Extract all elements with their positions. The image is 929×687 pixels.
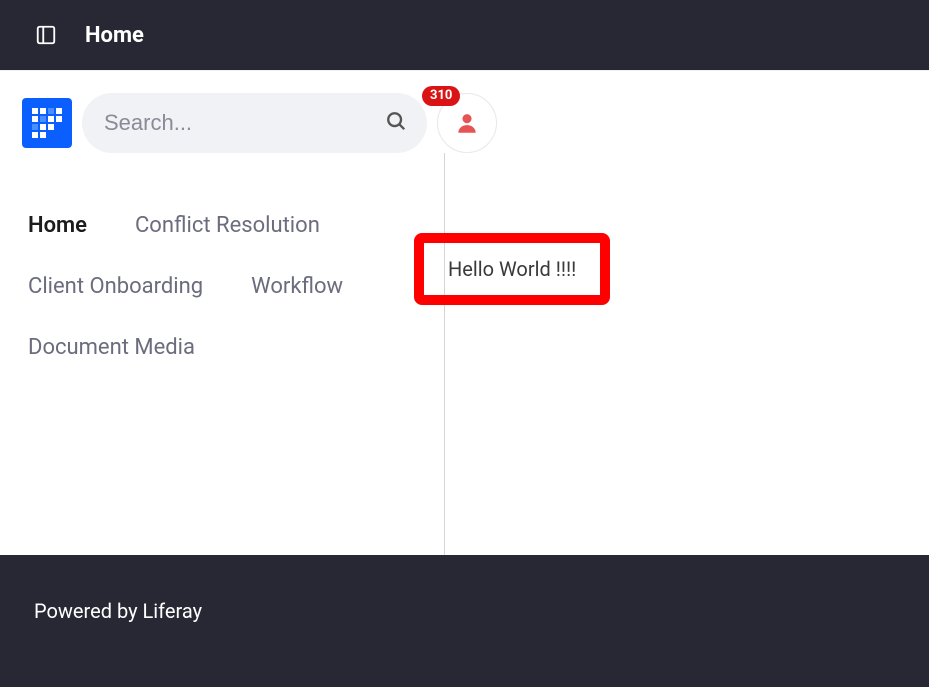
search-input[interactable] bbox=[82, 93, 427, 153]
content-area: Home Conflict Resolution Client Onboardi… bbox=[0, 153, 929, 548]
column-divider bbox=[444, 153, 445, 618]
page-title: Home bbox=[85, 23, 144, 48]
nav-links: Home Conflict Resolution Client Onboardi… bbox=[28, 213, 445, 360]
portlet-message: Hello World !!!! bbox=[448, 257, 576, 281]
footer: Powered by Liferay bbox=[0, 555, 929, 687]
search-icon[interactable] bbox=[385, 110, 407, 136]
user-icon bbox=[454, 110, 480, 136]
nav: Home Conflict Resolution Client Onboardi… bbox=[0, 153, 445, 548]
nav-link-home[interactable]: Home bbox=[28, 213, 87, 238]
search-wrap bbox=[82, 93, 427, 153]
nav-link-client-onboarding[interactable]: Client Onboarding bbox=[28, 274, 203, 299]
nav-link-conflict-resolution[interactable]: Conflict Resolution bbox=[135, 213, 320, 238]
user-menu[interactable]: 310 bbox=[437, 93, 497, 153]
site-logo[interactable] bbox=[22, 98, 72, 148]
toolbar: 310 bbox=[0, 71, 929, 153]
topbar: Home bbox=[0, 0, 929, 70]
nav-link-document-media[interactable]: Document Media bbox=[28, 335, 195, 360]
sidebar-toggle-icon[interactable] bbox=[35, 24, 57, 46]
footer-text: Powered by Liferay bbox=[34, 599, 202, 623]
nav-link-workflow[interactable]: Workflow bbox=[251, 274, 343, 299]
portlet-highlight: Hello World !!!! bbox=[414, 233, 610, 305]
notification-badge: 310 bbox=[422, 86, 460, 106]
